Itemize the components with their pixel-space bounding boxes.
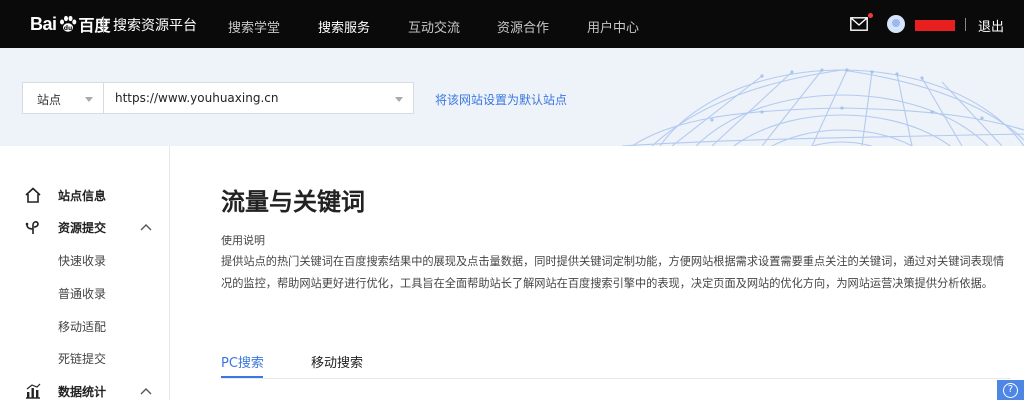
sidebar-subitem-mobile-adapt[interactable]: 移动适配 xyxy=(58,318,106,335)
set-default-site-link[interactable]: 将该网站设置为默认站点 xyxy=(435,91,567,108)
sidebar-item-site-info[interactable]: 站点信息 xyxy=(0,182,169,206)
bar-chart-icon xyxy=(26,383,41,399)
sidebar: 站点信息 资源提交 快速收录 普通收录 移动适配 死链提交 数据统计 xyxy=(0,146,170,400)
sidebar-item-resource-submit[interactable]: 资源提交 xyxy=(0,214,169,238)
tab-divider xyxy=(221,378,1011,379)
tab-mobile-search[interactable]: 移动搜索 xyxy=(311,352,363,371)
paw-icon: du xyxy=(59,15,76,32)
logo-divider xyxy=(103,16,104,33)
redacted-username[interactable] xyxy=(915,20,955,31)
avatar[interactable] xyxy=(887,15,905,33)
site-selector-band: 站点 https://www.youhuaxing.cn 将该网站设置为默认站点 xyxy=(0,48,1024,146)
site-url-select[interactable]: https://www.youhuaxing.cn xyxy=(103,82,414,114)
question-icon: ? xyxy=(1003,383,1018,398)
nav-user-center[interactable]: 用户中心 xyxy=(587,17,639,36)
chevron-down-icon xyxy=(85,97,93,102)
main-content: 流量与关键词 使用说明 提供站点的热门关键词在百度搜索结果中的展现及点击量数据，… xyxy=(170,146,1024,400)
nav-search-service[interactable]: 搜索服务 xyxy=(318,17,370,36)
tab-pc-search[interactable]: PC搜索 xyxy=(221,352,264,371)
home-icon xyxy=(25,187,41,203)
notification-dot xyxy=(868,13,873,18)
sidebar-subitem-fast-index[interactable]: 快速收录 xyxy=(58,252,106,269)
svg-text:du: du xyxy=(63,25,72,32)
sidebar-subitem-normal-index[interactable]: 普通收录 xyxy=(58,285,106,302)
nav-interaction[interactable]: 互动交流 xyxy=(408,17,460,36)
page-title: 流量与关键词 xyxy=(221,188,365,216)
sidebar-item-data-stats[interactable]: 数据统计 xyxy=(0,378,169,402)
sidebar-subitem-dead-link[interactable]: 死链提交 xyxy=(58,350,106,367)
chevron-up-icon[interactable] xyxy=(140,223,152,231)
usage-heading: 使用说明 xyxy=(221,234,265,247)
logout-link[interactable]: 退出 xyxy=(978,16,1004,35)
globe-decoration xyxy=(621,68,1024,146)
resource-submit-icon xyxy=(25,221,39,234)
header-divider xyxy=(965,18,966,31)
chevron-down-icon xyxy=(395,97,403,102)
top-navbar: Bai du 百度 搜索资源平台 搜索学堂 搜索服务 互动交流 资源合作 用户中… xyxy=(0,0,1024,48)
mail-icon[interactable] xyxy=(850,17,868,31)
platform-title[interactable]: 搜索资源平台 xyxy=(113,15,197,35)
nav-search-academy[interactable]: 搜索学堂 xyxy=(228,17,280,36)
usage-description: 提供站点的热门关键词在百度搜索结果中的展现及点击量数据，同时提供关键词定制功能，… xyxy=(221,255,1005,290)
site-type-select[interactable]: 站点 xyxy=(22,82,104,114)
active-tab-underline xyxy=(221,376,263,378)
nav-resource-cooperation[interactable]: 资源合作 xyxy=(497,17,549,36)
baidu-logo[interactable]: Bai du 百度 xyxy=(30,12,111,36)
help-button[interactable]: ? xyxy=(997,380,1024,400)
chevron-up-icon[interactable] xyxy=(140,387,152,395)
